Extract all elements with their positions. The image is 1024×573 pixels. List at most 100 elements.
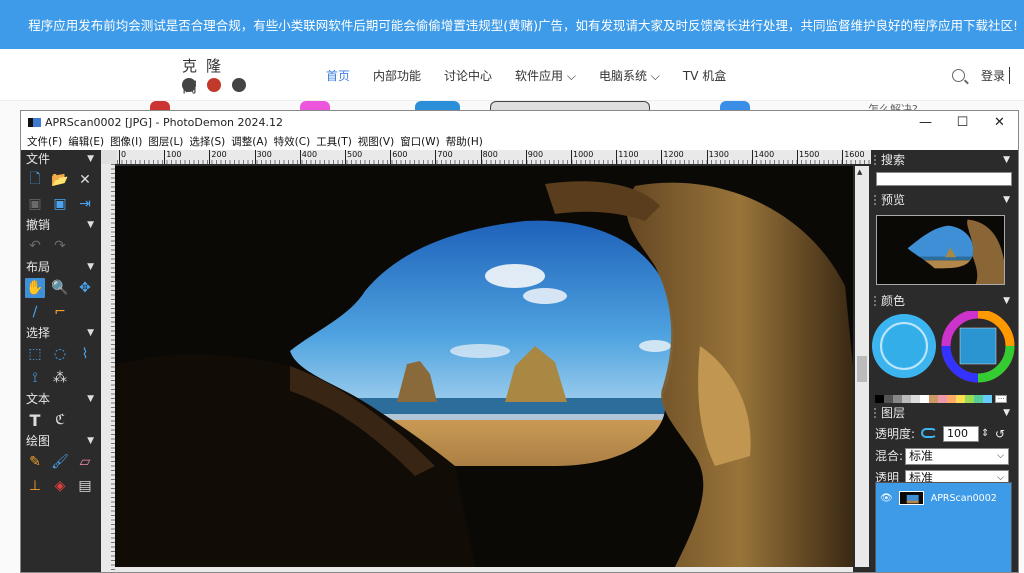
lasso-select-icon[interactable]: ⌇ [75, 344, 95, 364]
toolbox-section-text[interactable]: 文本 ▼ [21, 390, 101, 408]
new-file-icon[interactable]: 🗋 [25, 170, 45, 190]
undo-icon[interactable]: ↶ [25, 236, 45, 256]
menu-tools[interactable]: 工具(T) [316, 134, 352, 149]
ruler-label: 1400 [753, 150, 775, 159]
image-canvas[interactable] [115, 166, 853, 567]
menu-select[interactable]: 选择(S) [189, 134, 225, 149]
logo-ball-icon [232, 78, 246, 92]
more-colors-icon[interactable]: ··· [995, 395, 1007, 403]
nav-item-software[interactable]: 软件应用 ⌵ [515, 67, 576, 84]
spin-arrows-icon[interactable]: ⇕ [981, 423, 989, 445]
layer-row[interactable]: 👁 APRScan0002 [876, 483, 1011, 513]
fill-bucket-icon[interactable]: ◈ [50, 476, 70, 496]
chevron-down-icon: ▼ [87, 394, 94, 404]
chevron-down-icon: ▼ [87, 328, 94, 338]
nav-item-tv[interactable]: TV 机盒 [683, 67, 726, 84]
nav-item-systems[interactable]: 电脑系统 ⌵ [599, 67, 660, 84]
hand-tool-icon[interactable]: ✋ [25, 278, 45, 298]
toolbox-section-paint[interactable]: 绘图 ▼ [21, 432, 101, 450]
search-input[interactable] [876, 172, 1012, 186]
ellipse-select-icon[interactable]: ◌ [50, 344, 70, 364]
scroll-up-icon[interactable]: ▲ [857, 168, 862, 176]
menu-file[interactable]: 文件(F) [27, 134, 62, 149]
color-picker-icon[interactable]: ∕ [25, 302, 45, 322]
nav-item-home[interactable]: 首页 [326, 67, 350, 84]
panel-title: 图层 [881, 406, 906, 420]
panel-layers-header[interactable]: 图层 ▼ [871, 403, 1018, 423]
color-palette[interactable]: ··· [875, 395, 1007, 403]
toolbox-section-file[interactable]: 文件 ▼ [21, 150, 101, 168]
section-label: 布局 [26, 260, 51, 274]
horizontal-scrollbar[interactable] [115, 567, 853, 572]
nav-item-internal[interactable]: 内部功能 [373, 67, 421, 84]
section-label: 撤销 [26, 218, 51, 232]
site-logo[interactable]: 克隆窝 [180, 55, 252, 96]
clone-stamp-icon[interactable]: ⊥ [25, 476, 45, 496]
close-button[interactable]: ✕ [981, 111, 1018, 133]
panel-color-header[interactable]: 颜色 ▼ [871, 291, 1018, 311]
toolbox-section-layout[interactable]: 布局 ▼ [21, 258, 101, 276]
menu-window[interactable]: 窗口(W) [400, 134, 440, 149]
minimize-button[interactable]: — [907, 111, 944, 133]
menu-effects[interactable]: 特效(C) [274, 134, 311, 149]
opacity-slider[interactable] [921, 428, 937, 438]
blend-value: 标准 [909, 449, 934, 463]
menu-help[interactable]: 帮助(H) [446, 134, 483, 149]
close-image-icon[interactable]: ✕ [75, 170, 95, 190]
maximize-button[interactable]: ☐ [944, 111, 981, 133]
export-icon[interactable]: ⇥ [75, 194, 95, 214]
chevron-down-icon: ▼ [1003, 408, 1010, 418]
typography-tool-icon[interactable]: ℭ [50, 410, 70, 430]
toolbox-section-undo[interactable]: 撤销 ▼ [21, 216, 101, 234]
menu-edit[interactable]: 编辑(E) [68, 134, 104, 149]
eye-icon[interactable]: 👁 [880, 493, 893, 504]
toolbox-section-select[interactable]: 选择 ▼ [21, 324, 101, 342]
preview-thumbnail[interactable] [876, 215, 1005, 285]
ruler-major-tick [571, 150, 572, 164]
vertical-scrollbar[interactable]: ▲ [855, 166, 869, 567]
gradient-icon[interactable]: ▤ [75, 476, 95, 496]
measure-tool-icon[interactable]: ⌐ [50, 302, 70, 322]
chevron-down-icon: ▼ [87, 220, 94, 230]
ruler-label: 1600 [844, 150, 865, 159]
reset-icon[interactable]: ↺ [995, 423, 1005, 445]
scroll-thumb[interactable] [857, 356, 867, 382]
save-icon[interactable]: ▣ [25, 194, 45, 214]
panel-title: 预览 [881, 193, 906, 207]
search-icon[interactable] [951, 68, 965, 82]
text-tool-icon[interactable]: T [25, 410, 45, 430]
pencil-icon[interactable]: ✎ [25, 452, 45, 472]
color-wheels [872, 311, 1015, 383]
ruler-labels: 0 100 200 300 400 500 600 700 800 900 1000 1100 1200… [117, 150, 872, 164]
ruler-major-tick [254, 150, 256, 164]
eraser-icon[interactable]: ▱ [75, 452, 95, 472]
ruler-major-tick [390, 150, 392, 164]
menu-view[interactable]: 视图(V) [358, 134, 394, 149]
login-link[interactable]: 登录 [981, 66, 1010, 84]
polygon-select-icon[interactable]: ⟟ [25, 368, 45, 388]
redo-icon[interactable]: ↷ [50, 236, 70, 256]
panel-title: 颜色 [881, 294, 906, 308]
menu-layer[interactable]: 图层(L) [148, 134, 183, 149]
opacity-input[interactable]: 100 [943, 426, 979, 442]
saturation-square[interactable] [960, 328, 996, 364]
ruler-label: 900 [527, 150, 544, 159]
save-as-icon[interactable]: ▣ [50, 194, 70, 214]
layer-list: 👁 APRScan0002 [875, 482, 1012, 572]
section-label: 绘图 [26, 434, 51, 448]
blend-mode-select[interactable]: 标准 ⌵ [905, 448, 1009, 465]
opacity-row: 透明度: 100 ⇕ ↺ [871, 423, 1018, 445]
rect-select-icon[interactable]: ⬚ [25, 344, 45, 364]
menu-adjust[interactable]: 调整(A) [231, 134, 267, 149]
zoom-tool-icon[interactable]: 🔍 [50, 278, 70, 298]
brush-icon[interactable]: 🖌 [50, 452, 70, 472]
open-folder-icon[interactable]: 📂 [50, 170, 70, 190]
panel-search-header[interactable]: 搜索 ▼ [871, 150, 1018, 170]
ruler-major-tick [842, 150, 844, 164]
magic-wand-icon[interactable]: ⁂ [50, 368, 70, 388]
nav-item-discuss[interactable]: 讨论中心 [444, 67, 492, 84]
move-tool-icon[interactable]: ✥ [75, 278, 95, 298]
ruler-label: 500 [347, 150, 363, 159]
panel-preview-header[interactable]: 预览 ▼ [871, 190, 1018, 210]
menu-image[interactable]: 图像(I) [110, 134, 142, 149]
